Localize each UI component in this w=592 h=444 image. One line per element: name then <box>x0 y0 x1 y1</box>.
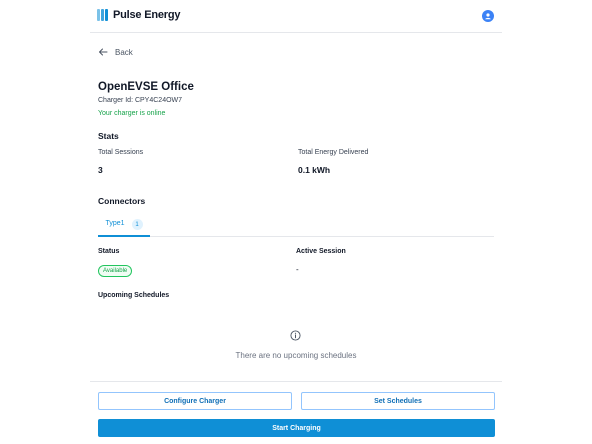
charger-name: OpenEVSE Office <box>98 81 194 93</box>
brand-logo[interactable]: Pulse Energy <box>97 9 180 21</box>
charger-id: Charger Id: CPY4C24OW7 <box>98 97 183 104</box>
tab-type1-count: 1 <box>131 219 143 230</box>
empty-schedules-message: There are no upcoming schedules <box>235 351 357 360</box>
footer-divider <box>90 381 502 382</box>
status-label: Status <box>98 248 120 255</box>
charger-online-status: Your charger is online <box>98 110 166 117</box>
set-schedules-button[interactable]: Set Schedules <box>301 392 495 410</box>
total-sessions-label: Total Sessions <box>98 149 144 156</box>
connectors-heading: Connectors <box>98 196 146 206</box>
back-button[interactable]: Back <box>98 47 133 57</box>
pulse-energy-logo-icon <box>97 9 109 21</box>
upcoming-schedules-label: Upcoming Schedules <box>98 292 170 299</box>
active-session-label: Active Session <box>296 248 346 255</box>
total-energy-label: Total Energy Delivered <box>298 149 369 156</box>
top-header: Pulse Energy <box>90 0 502 33</box>
tab-type1[interactable]: Type1 1 <box>98 217 150 237</box>
stats-heading: Stats <box>98 131 119 141</box>
start-charging-button[interactable]: Start Charging <box>98 419 495 437</box>
brand-name: Pulse Energy <box>113 9 181 21</box>
tabs-divider <box>98 236 494 237</box>
active-session-value: - <box>296 265 299 274</box>
total-sessions-value: 3 <box>98 165 103 175</box>
status-badge: Available <box>98 265 133 277</box>
total-energy-value: 0.1 kWh <box>298 165 331 175</box>
tab-type1-label: Type1 <box>105 220 125 227</box>
back-label: Back <box>115 47 133 57</box>
configure-charger-button[interactable]: Configure Charger <box>98 392 292 410</box>
arrow-left-icon <box>99 48 108 56</box>
user-avatar-icon[interactable] <box>482 10 494 22</box>
info-circle-icon <box>290 330 301 341</box>
